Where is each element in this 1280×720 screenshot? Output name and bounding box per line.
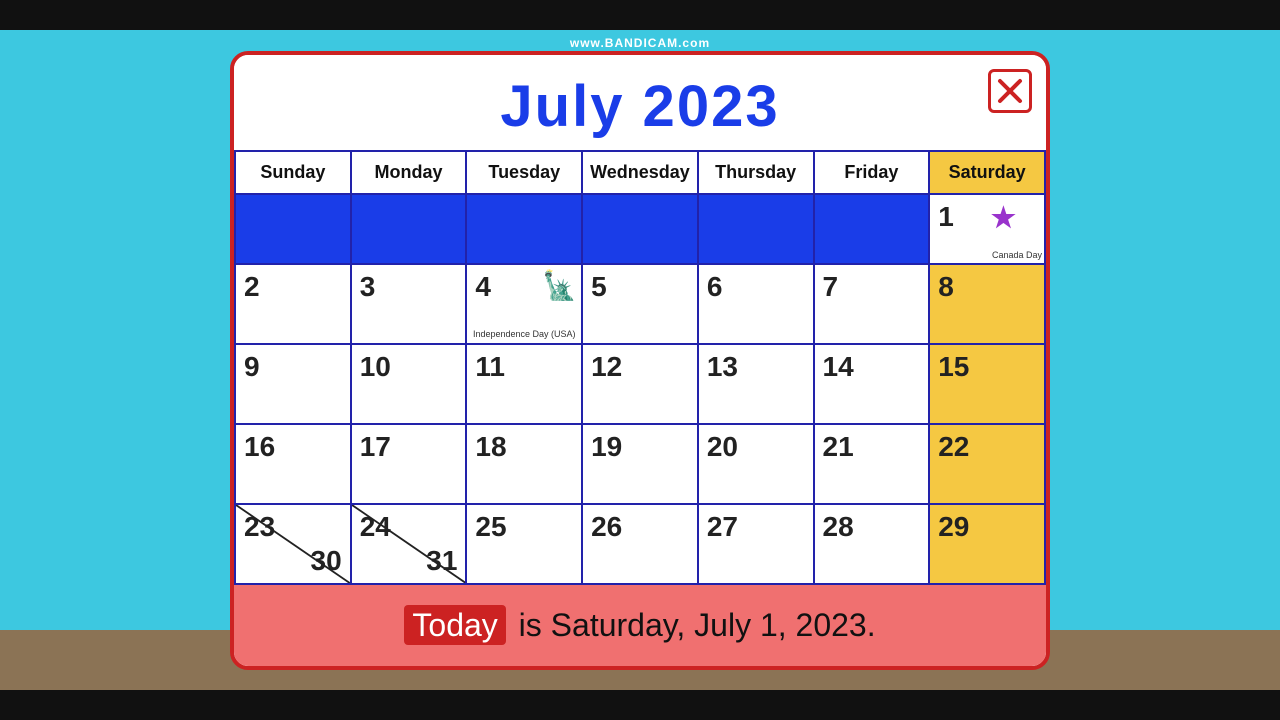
top-bar <box>0 0 1280 30</box>
day-14: 14 <box>814 344 930 424</box>
header-friday: Friday <box>814 151 930 194</box>
day-7: 7 <box>814 264 930 344</box>
day-number: 1 <box>938 201 1036 233</box>
day-26: 26 <box>582 504 698 584</box>
header-sunday: Sunday <box>235 151 351 194</box>
day-25: 25 <box>466 504 582 584</box>
day-21: 21 <box>814 424 930 504</box>
day-13: 13 <box>698 344 814 424</box>
day-9: 9 <box>235 344 351 424</box>
day-22: 22 <box>929 424 1045 504</box>
canada-day-label: Canada Day <box>992 250 1042 260</box>
header-wednesday: Wednesday <box>582 151 698 194</box>
watermark: www.BANDICAM.com <box>570 36 710 50</box>
day-2: 2 <box>235 264 351 344</box>
day-16: 16 <box>235 424 351 504</box>
header-monday: Monday <box>351 151 467 194</box>
footer-bar: Today is Saturday, July 1, 2023. <box>234 585 1046 666</box>
day-8: 8 <box>929 264 1045 344</box>
title-bar: July 2023 <box>234 55 1046 150</box>
week-row-4: 16 17 18 19 20 21 22 <box>235 424 1045 504</box>
day-1: 1 ★ Canada Day <box>929 194 1045 264</box>
day-10: 10 <box>351 344 467 424</box>
calendar-window: July 2023 Sunday Monday Tuesday Wednesda… <box>230 51 1050 670</box>
day-11: 11 <box>466 344 582 424</box>
independence-label: Independence Day (USA) <box>467 329 581 339</box>
header-saturday: Saturday <box>929 151 1045 194</box>
day-12: 12 <box>582 344 698 424</box>
day-24-31: 24 31 <box>351 504 467 584</box>
week-row-1: 1 ★ Canada Day <box>235 194 1045 264</box>
day-6: 6 <box>698 264 814 344</box>
day-19: 19 <box>582 424 698 504</box>
day-4: 4 🗽 Independence Day (USA) <box>466 264 582 344</box>
calendar-table: Sunday Monday Tuesday Wednesday Thursday… <box>234 150 1046 585</box>
canada-day-star: ★ <box>991 201 1016 234</box>
week-row-2: 2 3 4 🗽 Independence Day (USA) 5 6 7 8 <box>235 264 1045 344</box>
week-row-3: 9 10 11 12 13 14 15 <box>235 344 1045 424</box>
day-23-30: 23 30 <box>235 504 351 584</box>
empty-cell <box>235 194 351 264</box>
day-29: 29 <box>929 504 1045 584</box>
footer-text: is Saturday, July 1, 2023. <box>510 607 876 643</box>
day-5: 5 <box>582 264 698 344</box>
close-button[interactable] <box>988 69 1032 113</box>
empty-cell <box>814 194 930 264</box>
bottom-bar <box>0 690 1280 720</box>
calendar-title: July 2023 <box>254 73 1026 140</box>
day-20: 20 <box>698 424 814 504</box>
empty-cell <box>582 194 698 264</box>
independence-icon: 🗽 <box>542 269 577 302</box>
day-18: 18 <box>466 424 582 504</box>
day-17: 17 <box>351 424 467 504</box>
today-label: Today <box>404 605 505 645</box>
day-15: 15 <box>929 344 1045 424</box>
day-28: 28 <box>814 504 930 584</box>
header-row: Sunday Monday Tuesday Wednesday Thursday… <box>235 151 1045 194</box>
header-thursday: Thursday <box>698 151 814 194</box>
header-tuesday: Tuesday <box>466 151 582 194</box>
empty-cell <box>351 194 467 264</box>
week-row-5: 23 30 24 31 <box>235 504 1045 584</box>
empty-cell <box>698 194 814 264</box>
empty-cell <box>466 194 582 264</box>
day-27: 27 <box>698 504 814 584</box>
day-3: 3 <box>351 264 467 344</box>
